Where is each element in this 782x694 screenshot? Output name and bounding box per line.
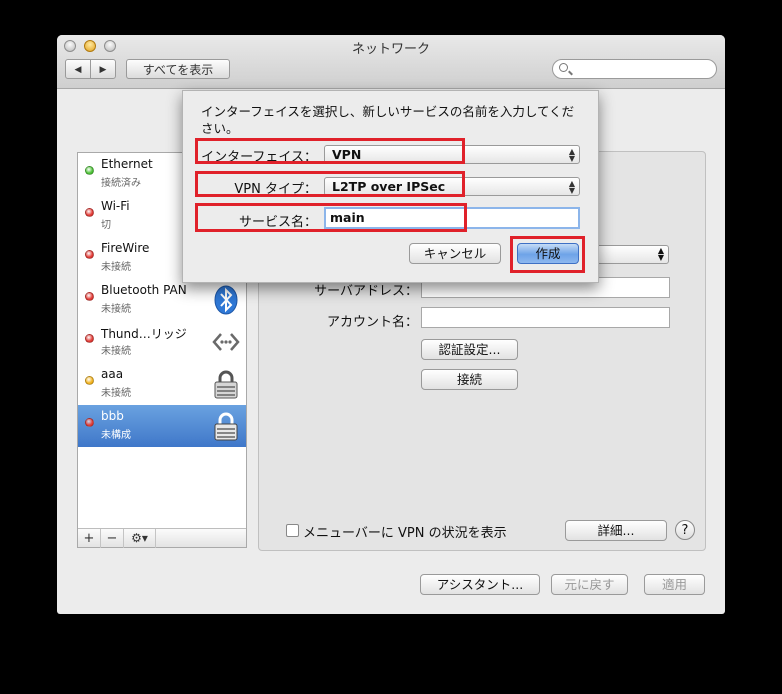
- status-dot: [85, 292, 94, 301]
- highlight-box-vpn-type: [195, 171, 465, 197]
- service-item-thunderbolt-bridge[interactable]: Thund…リッジ 未接続: [78, 321, 246, 363]
- forward-button[interactable]: ▶: [90, 59, 116, 79]
- apply-button[interactable]: 適用: [644, 574, 705, 595]
- add-service-button[interactable]: +: [78, 529, 101, 548]
- popup-arrows-icon: ▲ ▼: [568, 147, 575, 163]
- search-field[interactable]: [552, 59, 717, 79]
- title-bar: ネットワーク ◀ ▶ すべてを表示: [57, 35, 725, 89]
- service-status: 接続済み: [101, 178, 141, 189]
- show-all-button[interactable]: すべてを表示: [126, 59, 230, 79]
- remove-service-button[interactable]: −: [101, 529, 124, 548]
- help-button[interactable]: ?: [675, 520, 695, 540]
- service-status: 未接続: [101, 304, 131, 315]
- connect-button[interactable]: 接続: [421, 369, 518, 390]
- service-item-bbb[interactable]: bbb 未構成: [78, 405, 246, 447]
- service-name: FireWire: [101, 241, 150, 255]
- back-button[interactable]: ◀: [65, 59, 91, 79]
- status-dot: [85, 208, 94, 217]
- service-list-toolbar: + − ⚙▾: [78, 528, 246, 548]
- highlight-box-service-name: [195, 203, 467, 232]
- gear-icon[interactable]: ⚙▾: [124, 529, 156, 548]
- window-title: ネットワーク: [351, 42, 430, 57]
- service-status: 未構成: [101, 430, 131, 441]
- search-icon: [553, 60, 577, 80]
- status-dot: [85, 250, 94, 259]
- service-name: Bluetooth PAN: [101, 283, 187, 297]
- assistant-button[interactable]: アシスタント...: [420, 574, 540, 595]
- back-arrow-icon: ◀: [74, 65, 82, 75]
- lock-icon: [214, 412, 238, 441]
- forward-arrow-icon: ▶: [99, 65, 107, 75]
- advanced-button[interactable]: 詳細...: [565, 520, 667, 541]
- service-name: Ethernet: [101, 157, 153, 171]
- thunderbolt-bridge-icon: [212, 333, 240, 351]
- account-name-field[interactable]: [421, 307, 670, 328]
- show-vpn-status-checkbox[interactable]: [286, 524, 299, 537]
- status-dot: [85, 418, 94, 427]
- account-name-label: アカウント名：: [326, 315, 418, 330]
- status-dot: [85, 166, 94, 175]
- revert-button[interactable]: 元に戻す: [551, 574, 628, 595]
- authentication-settings-button[interactable]: 認証設定...: [421, 339, 518, 360]
- service-status: 未接続: [101, 262, 131, 273]
- service-status: 切: [101, 220, 111, 231]
- service-item-aaa[interactable]: aaa 未接続: [78, 363, 246, 405]
- cancel-button[interactable]: キャンセル: [409, 243, 501, 264]
- popup-arrows-icon: ▲ ▼: [657, 246, 664, 262]
- bluetooth-icon: [214, 285, 238, 315]
- highlight-box-create-button: [510, 236, 585, 273]
- service-status: 未接続: [101, 346, 131, 357]
- service-name: Wi-Fi: [101, 199, 130, 213]
- service-name: Thund…リッジ: [101, 327, 187, 341]
- service-name: aaa: [101, 367, 124, 381]
- show-vpn-status-label: メニューバーに VPN の状況を表示: [303, 526, 507, 541]
- service-name: bbb: [101, 409, 124, 423]
- service-item-bluetooth-pan[interactable]: Bluetooth PAN 未接続: [78, 279, 246, 321]
- status-dot: [85, 376, 94, 385]
- service-status: 未接続: [101, 388, 131, 399]
- lock-icon: [214, 370, 238, 399]
- sheet-instruction: インターフェイスを選択し、新しいサービスの名前を入力してください。: [201, 104, 575, 136]
- popup-arrows-icon: ▲ ▼: [568, 179, 575, 195]
- highlight-box-interface: [195, 138, 465, 164]
- status-dot: [85, 334, 94, 343]
